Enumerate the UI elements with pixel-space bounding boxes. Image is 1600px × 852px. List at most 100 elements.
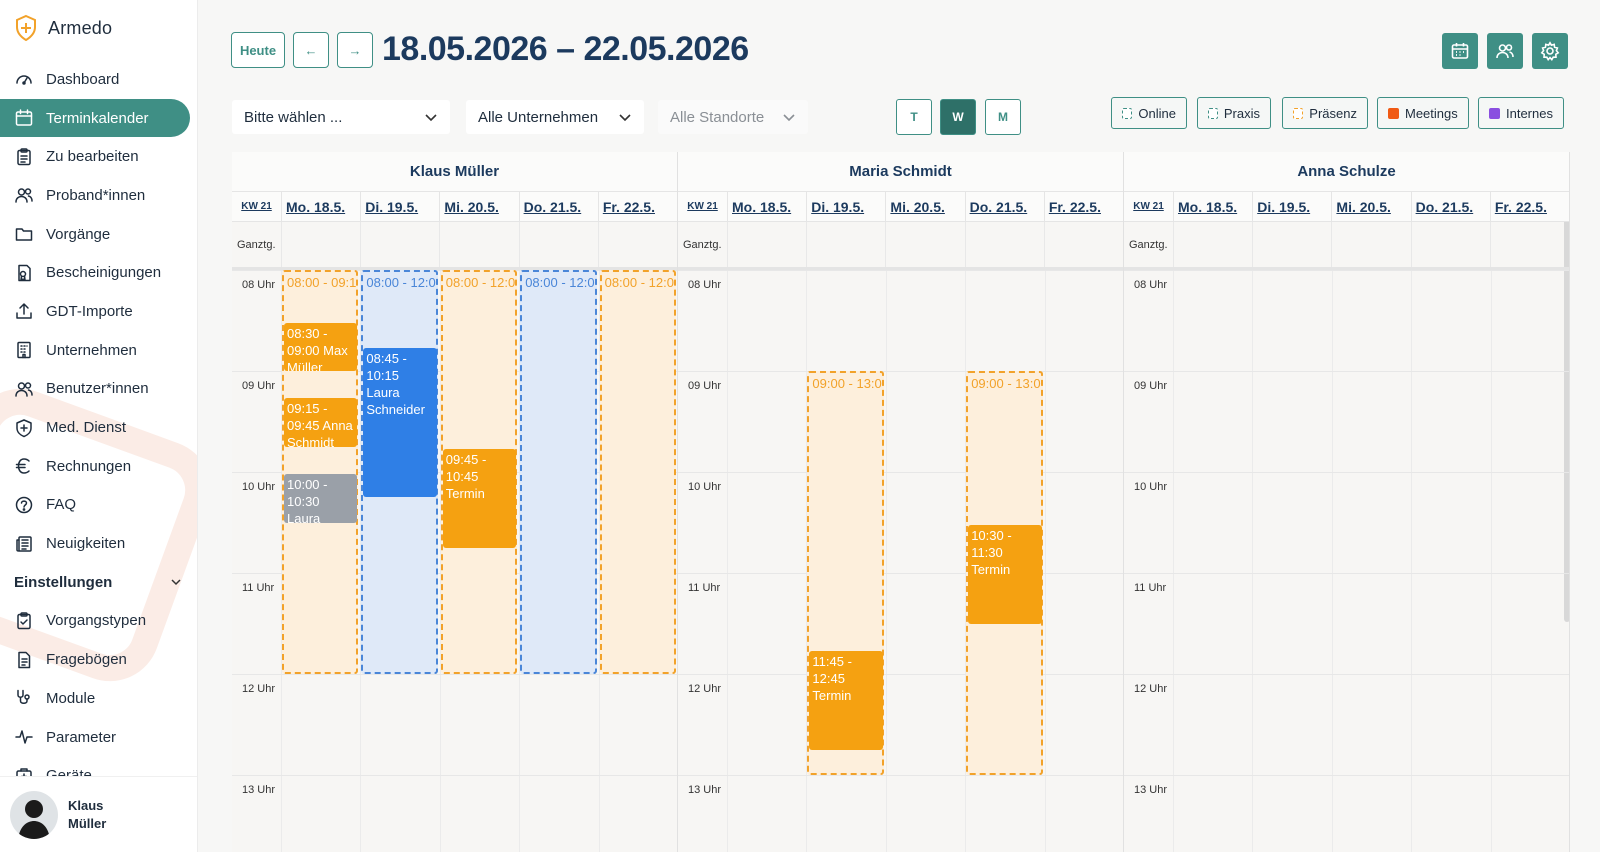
settings-button[interactable] [1532, 33, 1568, 69]
day-header[interactable]: Mi. 20.5. [1331, 192, 1410, 221]
sidebar-item-dashboard[interactable]: Dashboard [0, 60, 197, 99]
user-profile[interactable]: Klaus Müller [0, 776, 197, 852]
allday-cell[interactable] [1331, 222, 1410, 267]
day-divider [727, 270, 728, 852]
allday-cell[interactable] [1252, 222, 1331, 267]
allday-cell[interactable] [885, 222, 964, 267]
sidebar-item-vorgangstypen[interactable]: Vorgangstypen [0, 602, 197, 641]
legend-item-praesenz[interactable]: Präsenz [1282, 97, 1368, 129]
allday-row: Ganztg. [1124, 222, 1569, 270]
question-icon [15, 496, 33, 514]
sidebar-item-faq[interactable]: FAQ [0, 486, 197, 525]
day-header[interactable]: Do. 21.5. [964, 192, 1044, 221]
time-grid[interactable]: 08 Uhr 09 Uhr 10 Uhr 11 Uhr 12 Uhr 13 Uhr [1124, 270, 1569, 852]
sidebar-item-module[interactable]: Module [0, 679, 197, 718]
day-header[interactable]: Di. 19.5. [360, 192, 439, 221]
appointment[interactable]: 09:15 - 09:45 Anna Schmidt [284, 398, 358, 447]
availability-slot[interactable]: 08:00 - 12:00 [520, 270, 597, 674]
sidebar: Armedo ‹ Dashboard Terminkalender Zu bearb… [0, 0, 198, 852]
collapse-sidebar-icon[interactable]: ‹ [190, 22, 197, 40]
hour-line [1124, 573, 1569, 574]
week-number[interactable]: KW 21 [678, 192, 727, 221]
allday-cell[interactable] [360, 222, 439, 267]
sidebar-item-unternehmen[interactable]: Unternehmen [0, 331, 197, 370]
week-number[interactable]: KW 21 [1124, 192, 1173, 221]
users-icon [15, 382, 33, 397]
day-header[interactable]: Fr. 22.5. [1043, 192, 1123, 221]
day-view-button[interactable]: T [896, 99, 932, 135]
sidebar-item-terminkalender[interactable]: Terminkalender [0, 98, 190, 138]
allday-cell[interactable] [1043, 222, 1123, 267]
sidebar-item-med-dienst[interactable]: Med. Dienst [0, 408, 197, 447]
allday-cell[interactable] [727, 222, 806, 267]
chevron-down-icon [619, 114, 631, 122]
sidebar-item-rechnungen[interactable]: Rechnungen [0, 447, 197, 486]
week-view-button[interactable]: W [940, 99, 976, 135]
month-view-button[interactable]: M [985, 99, 1021, 135]
sidebar-item-parameter[interactable]: Parameter [0, 718, 197, 757]
settings-section-toggle[interactable]: Einstellungen [0, 563, 197, 602]
prev-week-button[interactable]: ← [293, 32, 329, 68]
day-header[interactable]: Mi. 20.5. [439, 192, 518, 221]
allday-cell[interactable] [1410, 222, 1490, 267]
allday-cell[interactable] [1173, 222, 1252, 267]
week-number[interactable]: KW 21 [232, 192, 281, 221]
day-header[interactable]: Mi. 20.5. [885, 192, 964, 221]
day-header[interactable]: Fr. 22.5. [1489, 192, 1569, 221]
settings-header: Einstellungen [14, 573, 113, 591]
shield-plus-icon [16, 418, 32, 437]
sidebar-item-fragebögen[interactable]: Fragebögen [0, 640, 197, 679]
allday-cell[interactable] [281, 222, 360, 267]
appointment[interactable]: 10:00 - 10:30 Laura Schneider [284, 474, 358, 523]
allday-cell[interactable] [439, 222, 518, 267]
day-header[interactable]: Mo. 18.5. [281, 192, 360, 221]
allday-cell[interactable] [806, 222, 885, 267]
sidebar-item-vorgänge[interactable]: Vorgänge [0, 215, 197, 254]
time-grid[interactable]: 08 Uhr 09 Uhr 10 Uhr 11 Uhr 12 Uhr 13 Uhr 09:0… [678, 270, 1123, 852]
time-grid[interactable]: 08 Uhr 09 Uhr 10 Uhr 11 Uhr 12 Uhr 13 Uhr 08:0… [232, 270, 677, 852]
legend-item-internes[interactable]: Internes [1478, 97, 1564, 129]
calendar-view-button[interactable] [1442, 33, 1478, 69]
persons-view-button[interactable] [1487, 33, 1523, 69]
today-button[interactable]: Heute [231, 32, 285, 68]
allday-label: Ganztg. [1129, 238, 1168, 251]
sidebar-item-neuigkeiten[interactable]: Neuigkeiten [0, 524, 197, 563]
hour-line [1124, 674, 1569, 675]
appointment[interactable]: 09:45 - 10:45 Termin [442, 448, 517, 548]
location-select[interactable]: Alle Standorte [658, 100, 808, 134]
legend-item-praxis[interactable]: Praxis [1197, 97, 1271, 129]
allday-cell[interactable] [597, 222, 677, 267]
hour-label: 08 Uhr [242, 279, 276, 291]
day-header[interactable]: Di. 19.5. [806, 192, 885, 221]
appointment[interactable]: 08:45 - 10:15 Laura Schneider [363, 347, 437, 498]
next-week-button[interactable]: → [337, 32, 373, 68]
day-header[interactable]: Mo. 18.5. [727, 192, 806, 221]
allday-cell[interactable] [1489, 222, 1569, 267]
day-header[interactable]: Mo. 18.5. [1173, 192, 1252, 221]
sidebar-item-label: Fragebögen [46, 651, 127, 669]
brand[interactable]: Armedo [14, 14, 112, 42]
sidebar-item-benutzer-innen[interactable]: Benutzer*innen [0, 370, 197, 409]
hour-label: 11 Uhr [242, 582, 275, 594]
day-header[interactable]: Di. 19.5. [1252, 192, 1331, 221]
person-select[interactable]: Bitte wählen ... [232, 100, 450, 134]
legend-item-online[interactable]: Online [1111, 97, 1187, 129]
day-header[interactable]: Fr. 22.5. [597, 192, 677, 221]
company-select[interactable]: Alle Unternehmen [466, 100, 644, 134]
sidebar-item-zu-bearbeiten[interactable]: Zu bearbeiten [0, 137, 197, 176]
sidebar-item-bescheinigungen[interactable]: Bescheinigungen [0, 253, 197, 292]
allday-cell[interactable] [964, 222, 1044, 267]
hour-line [1124, 371, 1569, 372]
sidebar-item-proband-innen[interactable]: Proband*innen [0, 176, 197, 215]
allday-cell[interactable] [518, 222, 598, 267]
sidebar-item-gdt-importe[interactable]: GDT-Importe [0, 292, 197, 331]
legend-item-meetings[interactable]: Meetings [1377, 97, 1469, 129]
clipboard-icon [17, 147, 31, 165]
day-header[interactable]: Do. 21.5. [518, 192, 598, 221]
day-header[interactable]: Do. 21.5. [1410, 192, 1490, 221]
appointment[interactable]: 11:45 - 12:45 Termin [809, 650, 883, 750]
availability-slot[interactable]: 08:00 - 12:00 [599, 270, 676, 674]
appointment[interactable]: 10:30 - 11:30 Termin [968, 524, 1042, 624]
appointment[interactable]: 08:30 - 09:00 Max Müller [284, 322, 358, 371]
day-divider [1331, 270, 1333, 852]
